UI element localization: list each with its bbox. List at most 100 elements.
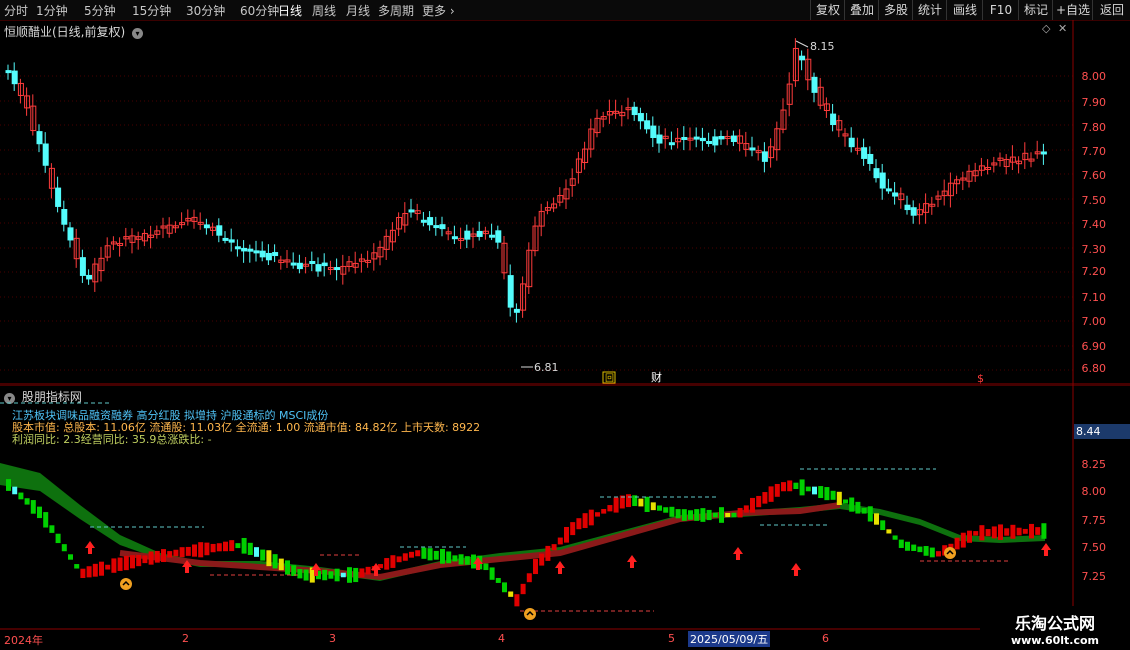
candle[interactable]: [79, 257, 86, 276]
tab-daily[interactable]: 日线: [278, 2, 302, 19]
candle[interactable]: [904, 204, 911, 211]
candle[interactable]: [656, 134, 663, 144]
candle[interactable]: [495, 230, 502, 243]
candle[interactable]: [439, 224, 446, 230]
tab-5min[interactable]: 5分钟: [84, 2, 116, 19]
candle[interactable]: [241, 247, 248, 252]
indicator-bar: [446, 551, 452, 564]
indicator-bar: [43, 512, 49, 528]
candle[interactable]: [61, 209, 68, 225]
candle[interactable]: [513, 308, 520, 313]
candle[interactable]: [296, 262, 303, 270]
candlestick-chart[interactable]: 8.15 6.81 回 财 $: [0, 20, 1130, 385]
candle[interactable]: [36, 131, 43, 145]
back-button[interactable]: 返回: [1092, 0, 1130, 20]
candle[interactable]: [507, 275, 514, 308]
tab-60min[interactable]: 60分钟: [240, 2, 279, 19]
candle[interactable]: [451, 236, 458, 240]
multi-stock-button[interactable]: 多股: [878, 0, 913, 20]
candle[interactable]: [892, 192, 899, 197]
candle[interactable]: [749, 147, 756, 151]
candle[interactable]: [730, 135, 737, 142]
candle[interactable]: [433, 225, 440, 229]
candle[interactable]: [42, 143, 49, 166]
candle[interactable]: [489, 234, 496, 238]
candle[interactable]: [910, 207, 917, 216]
tab-1min[interactable]: 1分钟: [36, 2, 68, 19]
tab-15min[interactable]: 15分钟: [132, 2, 171, 19]
candle[interactable]: [1040, 151, 1047, 155]
indicator-bar: [117, 557, 123, 571]
candle[interactable]: [86, 274, 93, 280]
indicator-bar: [464, 556, 470, 565]
candle[interactable]: [861, 147, 868, 159]
add-watchlist-button[interactable]: +自选: [1052, 0, 1093, 20]
tab-30min[interactable]: 30分钟: [186, 2, 225, 19]
mark-button[interactable]: 标记: [1018, 0, 1053, 20]
candle[interactable]: [11, 70, 18, 85]
candle[interactable]: [699, 137, 706, 142]
indicator-bar: [136, 554, 142, 567]
candle[interactable]: [55, 187, 62, 207]
time-label: 6: [822, 632, 829, 645]
candle[interactable]: [712, 136, 719, 146]
indicator-bar: [514, 594, 520, 607]
indicator-bar: [216, 543, 222, 552]
adjust-button[interactable]: 复权: [810, 0, 845, 20]
finance-marker-icon[interactable]: 财: [651, 370, 662, 384]
candle[interactable]: [811, 76, 818, 93]
candle[interactable]: [644, 120, 651, 130]
candle[interactable]: [67, 227, 74, 241]
candle[interactable]: [222, 237, 229, 241]
candle[interactable]: [234, 246, 241, 250]
candle[interactable]: [228, 239, 235, 243]
dividend-marker-icon[interactable]: $: [977, 372, 984, 385]
candle[interactable]: [718, 135, 725, 140]
candle[interactable]: [885, 188, 892, 192]
candle[interactable]: [706, 140, 713, 144]
candle[interactable]: [265, 252, 272, 261]
indicator-bar: [508, 591, 514, 597]
candle[interactable]: [848, 137, 855, 148]
candle[interactable]: [668, 142, 675, 146]
candle[interactable]: [253, 250, 260, 254]
candle[interactable]: [5, 70, 12, 74]
candle[interactable]: [408, 209, 415, 213]
candle[interactable]: [830, 113, 837, 126]
candle[interactable]: [873, 168, 880, 179]
tab-weekly[interactable]: 周线: [312, 2, 336, 19]
tab-more[interactable]: 更多 ›: [422, 2, 455, 19]
candle[interactable]: [631, 106, 638, 116]
candle[interactable]: [290, 262, 297, 266]
tab-fenshi[interactable]: 分时: [4, 2, 28, 19]
candle[interactable]: [637, 113, 644, 122]
candle[interactable]: [334, 267, 341, 271]
candle[interactable]: [203, 224, 210, 229]
overlay-button[interactable]: 叠加: [844, 0, 879, 20]
candle[interactable]: [315, 264, 322, 272]
candle[interactable]: [259, 250, 266, 258]
candle[interactable]: [650, 125, 657, 139]
stats-button[interactable]: 统计: [912, 0, 947, 20]
candle[interactable]: [693, 136, 700, 140]
candle[interactable]: [427, 217, 434, 226]
indicator-chart[interactable]: [0, 385, 1130, 630]
candle[interactable]: [799, 55, 806, 61]
candle[interactable]: [309, 261, 316, 265]
draw-line-button[interactable]: 画线: [946, 0, 983, 20]
event-marker-icon[interactable]: 回: [605, 373, 614, 384]
candle[interactable]: [761, 151, 768, 162]
candle[interactable]: [879, 172, 886, 189]
tab-multi-period[interactable]: 多周期: [378, 2, 414, 19]
candle[interactable]: [476, 230, 483, 237]
tab-monthly[interactable]: 月线: [346, 2, 370, 19]
candle[interactable]: [681, 136, 688, 140]
candle[interactable]: [420, 219, 427, 223]
candle[interactable]: [216, 225, 223, 236]
candle[interactable]: [321, 262, 328, 267]
candle[interactable]: [464, 230, 471, 240]
candle[interactable]: [867, 153, 874, 164]
candle[interactable]: [247, 248, 254, 252]
candle[interactable]: [272, 252, 279, 257]
f10-button[interactable]: F10: [982, 0, 1019, 20]
